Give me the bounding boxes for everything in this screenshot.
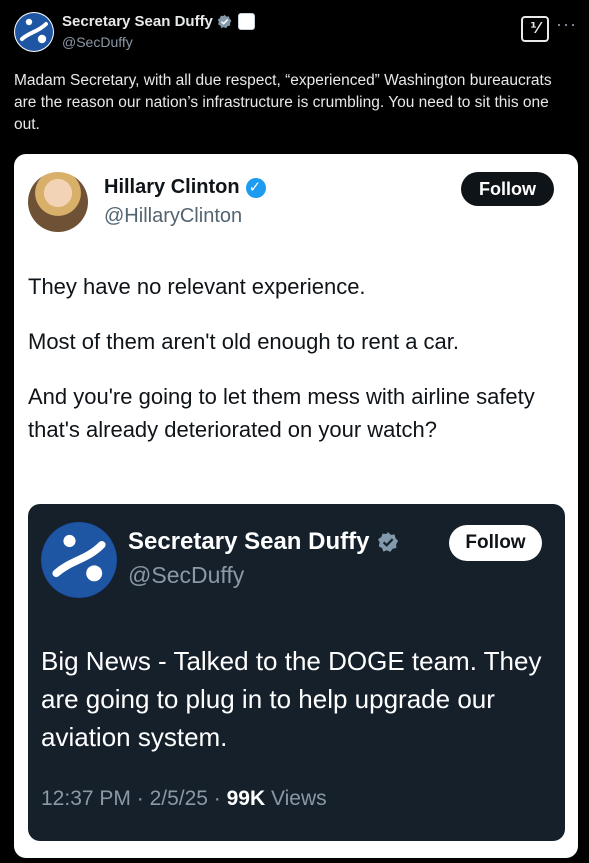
gray-verified-icon [378,532,399,552]
follow-button[interactable]: Follow [449,525,542,561]
views-label: Views [271,787,327,810]
avatar[interactable] [41,522,117,598]
avatar[interactable] [28,172,88,232]
author-handle[interactable]: @SecDuffy [62,34,133,50]
separator: · [136,787,150,810]
quoted-author-handle[interactable]: @HillaryClinton [104,205,242,228]
author-name[interactable]: Secretary Sean Duffy [62,13,255,30]
quoted-post-card[interactable]: Hillary Clinton @HillaryClinton Follow T… [14,154,578,858]
paragraph: And you're going to let them mess with a… [28,384,535,442]
quoted-post-text: They have no relevant experience. Most o… [28,270,568,468]
nested-post-card[interactable]: Secretary Sean Duffy @SecDuffy Follow Bi… [28,504,565,841]
paragraph: Most of them aren't old enough to rent a… [28,329,460,354]
quoted-author-name[interactable]: Hillary Clinton [104,176,266,199]
nested-author-handle[interactable]: @SecDuffy [128,562,244,589]
nested-post-text: Big News - Talked to the DOGE team. They… [41,646,542,752]
separator: · [213,787,227,810]
dot-logo-icon [41,522,117,598]
post-text: Madam Secretary, with all due respect, “… [14,72,552,133]
post-date[interactable]: 2/5/25 [150,787,208,810]
avatar[interactable] [14,12,54,52]
blue-verified-icon [245,177,266,198]
paragraph: They have no relevant experience. [28,274,366,299]
nested-author-name[interactable]: Secretary Sean Duffy [128,528,399,556]
more-icon[interactable]: ··· [556,14,577,35]
post-meta: 12:37 PM · 2/5/25 · 99K Views [41,787,327,811]
top-post: Secretary Sean Duffy @SecDuffy ⅟ ··· Mad… [0,0,589,150]
post-time[interactable]: 12:37 PM [41,787,131,810]
follow-button[interactable]: Follow [461,172,554,206]
views-count: 99K [226,787,266,810]
gray-verified-icon [217,14,232,29]
government-flag-icon [237,13,255,30]
grok-icon[interactable]: ⅟ [521,16,549,42]
dot-logo-icon [15,13,53,51]
